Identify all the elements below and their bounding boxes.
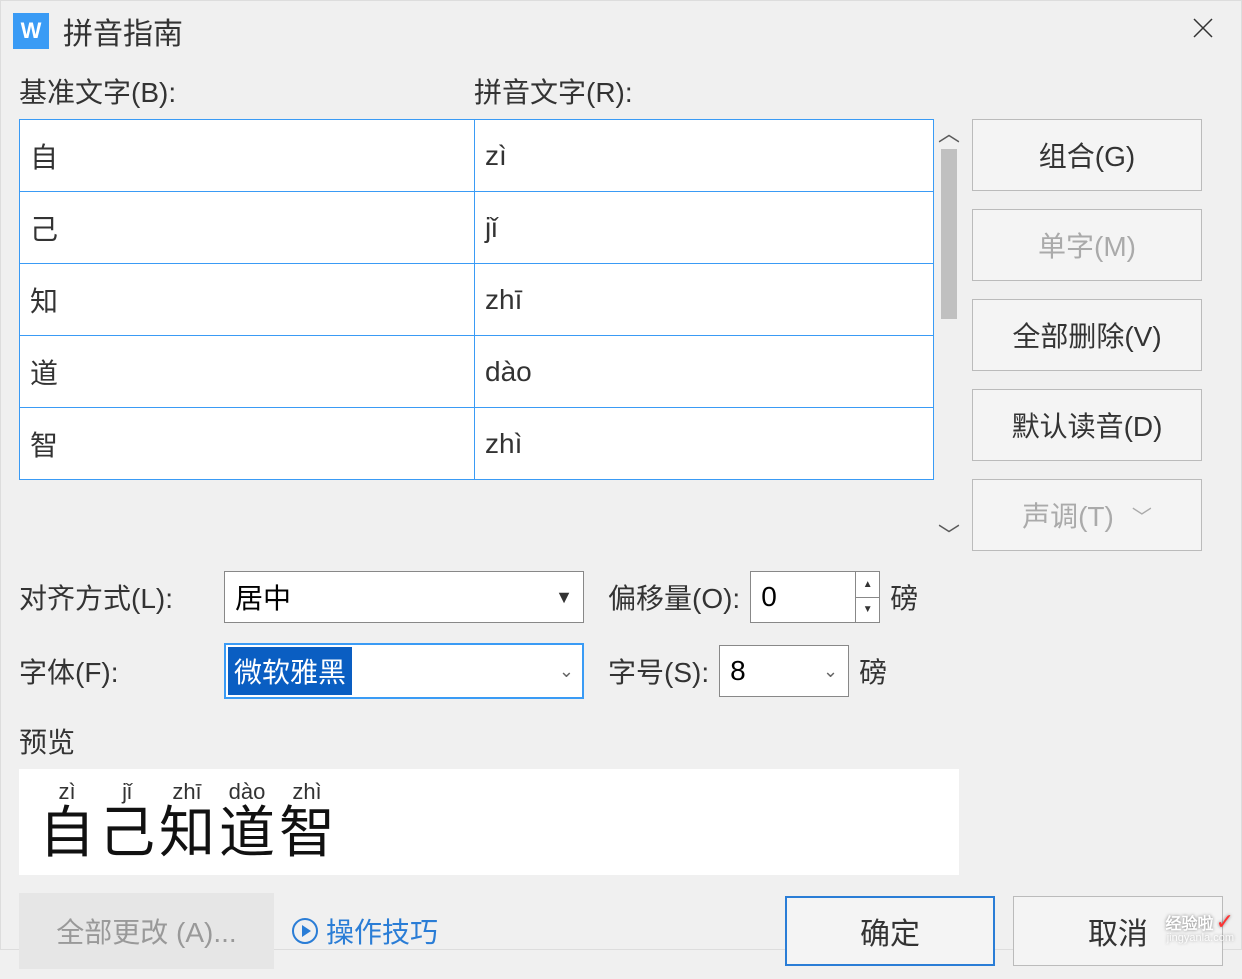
preview-label: 预览 (19, 721, 1223, 761)
ruby-base: 智 (279, 805, 335, 861)
dropdown-arrow-icon: ▼ (555, 587, 573, 608)
pinyin-table[interactable]: 自 zì 己 jǐ 知 zhī 道 dào (19, 119, 934, 480)
close-icon[interactable] (1177, 8, 1229, 55)
pinyin-cell[interactable]: jǐ (475, 192, 934, 264)
font-label: 字体(F): (19, 651, 214, 691)
size-select[interactable]: 8 ⌄ (719, 645, 849, 697)
watermark-url: jingyanla.com (1167, 933, 1234, 944)
ruby-base: 道 (219, 805, 275, 861)
offset-label: 偏移量(O): (608, 577, 740, 617)
scroll-track[interactable] (941, 149, 957, 521)
dropdown-arrow-icon: ⌄ (823, 661, 838, 682)
font-value: 微软雅黑 (228, 647, 352, 695)
app-icon: W (13, 13, 49, 49)
tone-button-label: 声调(T) (1022, 495, 1114, 535)
ruby-item: zhī 知 (157, 779, 217, 861)
base-cell[interactable]: 道 (20, 336, 475, 408)
pinyin-cell[interactable]: zhì (475, 408, 934, 480)
titlebar: W 拼音指南 (1, 1, 1241, 61)
ruby-item: zì 自 (37, 779, 97, 861)
base-text-label: 基准文字(B): (19, 71, 474, 111)
offset-value: 0 (751, 581, 855, 613)
change-all-button: 全部更改 (A)... (19, 893, 274, 969)
combine-button[interactable]: 组合(G) (972, 119, 1202, 191)
tone-button: 声调(T) ﹀ (972, 479, 1202, 551)
align-label: 对齐方式(L): (19, 577, 214, 617)
base-cell[interactable]: 智 (20, 408, 475, 480)
tips-link[interactable]: 操作技巧 (292, 911, 438, 951)
ok-button[interactable]: 确定 (785, 896, 995, 966)
align-value: 居中 (235, 577, 555, 617)
size-value: 8 (730, 655, 746, 687)
scroll-thumb[interactable] (941, 149, 957, 319)
play-icon (292, 918, 318, 944)
single-char-button: 单字(M) (972, 209, 1202, 281)
watermark: 经验啦✓ jingyanla.com (1166, 911, 1234, 944)
base-cell[interactable]: 自 (20, 120, 475, 192)
tips-label: 操作技巧 (326, 911, 438, 951)
pinyin-text-label: 拼音文字(R): (474, 71, 1223, 111)
default-reading-button[interactable]: 默认读音(D) (972, 389, 1202, 461)
ruby-base: 自 (39, 805, 95, 861)
scroll-up-icon[interactable]: ︿ (938, 123, 960, 145)
scroll-down-icon[interactable]: ﹀ (938, 525, 960, 547)
spinner-down-icon[interactable]: ▼ (856, 598, 879, 623)
align-select[interactable]: 居中 ▼ (224, 571, 584, 623)
pinyin-cell[interactable]: zì (475, 120, 934, 192)
table-row[interactable]: 道 dào (20, 336, 934, 408)
delete-all-button[interactable]: 全部删除(V) (972, 299, 1202, 371)
base-cell[interactable]: 己 (20, 192, 475, 264)
offset-spinner[interactable]: 0 ▲ ▼ (750, 571, 880, 623)
preview-box: zì 自 jǐ 己 zhī 知 dào 道 zhì 智 (19, 769, 959, 875)
table-row[interactable]: 知 zhī (20, 264, 934, 336)
size-label: 字号(S): (608, 651, 709, 691)
table-row[interactable]: 己 jǐ (20, 192, 934, 264)
ruby-item: zhì 智 (277, 779, 337, 861)
ruby-base: 知 (159, 805, 215, 861)
chevron-down-icon: ﹀ (1132, 501, 1152, 530)
pinyin-cell[interactable]: zhī (475, 264, 934, 336)
watermark-text: 经验啦 (1166, 916, 1214, 933)
offset-unit: 磅 (890, 577, 918, 617)
dropdown-arrow-icon: ⌄ (559, 661, 574, 682)
spinner-up-icon[interactable]: ▲ (856, 572, 879, 598)
table-row[interactable]: 自 zì (20, 120, 934, 192)
ruby-base: 己 (99, 805, 155, 861)
scrollbar[interactable]: ︿ ﹀ (934, 119, 964, 551)
base-cell[interactable]: 知 (20, 264, 475, 336)
pinyin-cell[interactable]: dào (475, 336, 934, 408)
font-select[interactable]: 微软雅黑 ⌄ (224, 643, 584, 699)
ruby-item: dào 道 (217, 779, 277, 861)
ruby-item: jǐ 己 (97, 779, 157, 861)
window-title: 拼音指南 (63, 9, 1177, 53)
dialog-window: W 拼音指南 基准文字(B): 拼音文字(R): 自 zì 己 (0, 0, 1242, 950)
size-unit: 磅 (859, 651, 887, 691)
table-row[interactable]: 智 zhì (20, 408, 934, 480)
